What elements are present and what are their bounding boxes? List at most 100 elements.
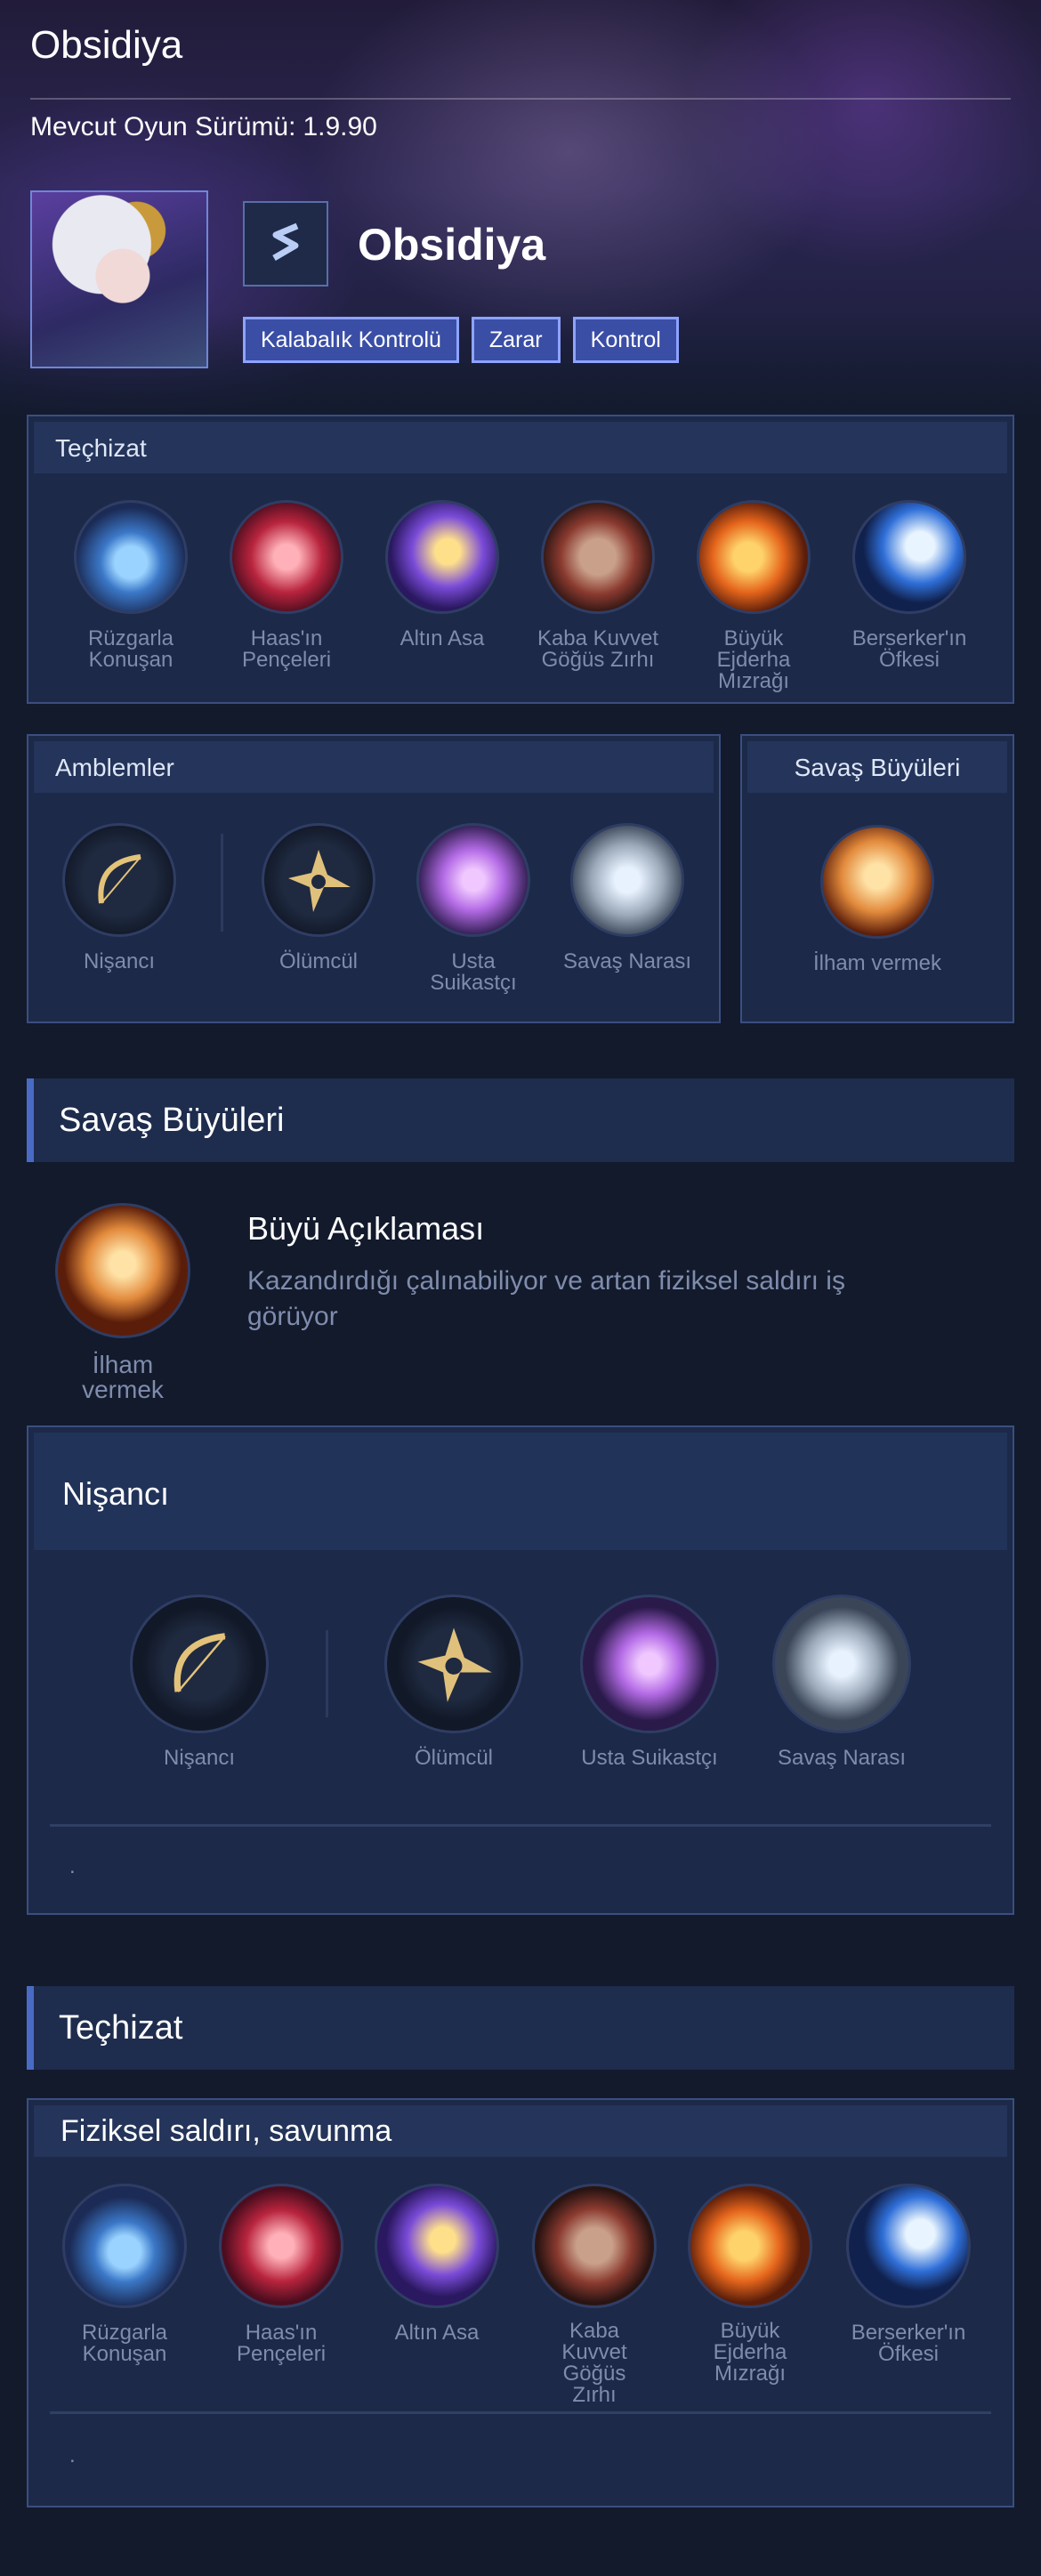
golden-staff-icon bbox=[385, 500, 499, 614]
tag-damage[interactable]: Zarar bbox=[471, 317, 561, 363]
berserkers-fury-icon bbox=[852, 500, 966, 614]
lethal-shuriken-icon bbox=[384, 1595, 523, 1733]
hero-name: Obsidiya bbox=[358, 220, 546, 270]
hero-tags: Kalabalık Kontrolü Zarar Kontrol bbox=[243, 317, 679, 363]
emblem-item[interactable]: Usta Suikastçı bbox=[407, 823, 540, 994]
panel-header: Teçhizat bbox=[34, 422, 1007, 473]
windtalker-icon bbox=[62, 2184, 187, 2308]
equipment-title: Teçhizat bbox=[55, 434, 147, 462]
version-value: 1.9.90 bbox=[303, 112, 377, 141]
title-divider bbox=[30, 98, 1011, 100]
emblem-label: Nişancı bbox=[163, 1746, 236, 1770]
page-title: Obsidiya bbox=[30, 23, 183, 67]
spell-item[interactable]: İlham vermek bbox=[811, 825, 944, 974]
haas-claws-icon bbox=[230, 500, 343, 614]
build-title: Fiziksel saldırı, savunma bbox=[61, 2114, 392, 2148]
equipment-item[interactable]: Rüzgarla Konuşan bbox=[64, 500, 198, 671]
spell-desc-text: Kazandırdığı çalınabiliyor ve artan fizi… bbox=[247, 1266, 845, 1331]
haas-claws-icon bbox=[219, 2184, 343, 2308]
emblem-item[interactable]: Ölümcül bbox=[252, 823, 385, 973]
hero-portrait bbox=[30, 190, 208, 368]
item-label: Berserker'ın Öfkesi bbox=[851, 2321, 966, 2366]
emblem-item[interactable]: Nişancı bbox=[128, 1595, 270, 1769]
panel-header: Amblemler bbox=[34, 741, 714, 793]
golden-staff-icon bbox=[375, 2184, 499, 2308]
equipment-item[interactable]: Berserker'ın Öfkesi bbox=[842, 2184, 975, 2365]
tag-crowd-control[interactable]: Kalabalık Kontrolü bbox=[243, 317, 459, 363]
section-header-spells: Savaş Büyüleri bbox=[27, 1078, 1014, 1162]
inspire-icon bbox=[820, 825, 934, 939]
equipment-item[interactable]: Haas'ın Pençeleri bbox=[220, 500, 353, 671]
crosshair-icon bbox=[580, 1595, 719, 1733]
emblem-label: Ölümcül bbox=[278, 949, 359, 973]
item-label: Haas'ın Pençeleri bbox=[236, 2321, 327, 2366]
item-label: Rüzgarla Konuşan bbox=[87, 626, 174, 672]
bow-glyph bbox=[98, 854, 141, 904]
equipment-item[interactable]: Haas'ın Pençeleri bbox=[214, 2184, 348, 2365]
panel-header: Nişancı bbox=[34, 1433, 1007, 1550]
crosshair-icon bbox=[416, 823, 530, 937]
emblem-item[interactable]: Nişancı bbox=[52, 823, 186, 973]
emblem-item[interactable]: Savaş Narası bbox=[561, 823, 694, 973]
spell-desc-title: Büyü Açıklaması bbox=[247, 1210, 485, 1247]
emblem-item[interactable]: Ölümcül bbox=[383, 1595, 525, 1769]
emblem-label: Usta Suikastçı bbox=[581, 1746, 718, 1770]
spell-label: İlham vermek bbox=[812, 951, 942, 975]
panel-header: Savaş Büyüleri bbox=[747, 741, 1007, 793]
emblem-section-title: Nişancı bbox=[62, 1475, 170, 1512]
equipment-item[interactable]: Rüzgarla Konuşan bbox=[58, 2184, 191, 2365]
spell-label: İlham vermek bbox=[82, 1351, 164, 1403]
emblem-label: Ölümcül bbox=[414, 1746, 494, 1770]
role-badge bbox=[243, 201, 328, 287]
item-label: Büyük Ejderha Mızrağı bbox=[716, 626, 791, 693]
item-label: Kaba Kuvvet Göğüs Zırhı bbox=[537, 626, 659, 672]
section-header-equipment: Teçhizat bbox=[27, 1986, 1014, 2070]
equipment-item[interactable]: Kaba Kuvvet Göğüs Zırhı bbox=[528, 2184, 661, 2406]
emblem-label: Savaş Narası bbox=[777, 1746, 907, 1770]
war-cry-icon bbox=[570, 823, 684, 937]
brute-force-breastplate-icon bbox=[532, 2184, 657, 2308]
berserkers-fury-icon bbox=[846, 2184, 971, 2308]
item-label: Büyük Ejderha Mızrağı bbox=[713, 2319, 787, 2386]
tag-control[interactable]: Kontrol bbox=[572, 317, 679, 363]
section-title: Teçhizat bbox=[59, 2009, 183, 2047]
section-divider bbox=[50, 1824, 991, 1827]
spells-title: Savaş Büyüleri bbox=[794, 754, 961, 781]
hero-banner: Obsidiya Mevcut Oyun Sürümü: 1.9.90 Obsid… bbox=[0, 0, 1041, 418]
emblem-detail-panel: Nişancı Nişancı Ölümcül Usta Suikastçı S… bbox=[27, 1425, 1014, 1915]
equipment-item[interactable]: Büyük Ejderha Mızrağı bbox=[683, 2184, 817, 2385]
equipment-item[interactable]: Altın Asa bbox=[375, 500, 509, 650]
war-cry-icon bbox=[772, 1595, 911, 1733]
emblem-divider bbox=[221, 834, 223, 932]
marksman-role-icon bbox=[272, 222, 299, 262]
section-title: Savaş Büyüleri bbox=[59, 1102, 285, 1139]
spell-detail-item[interactable]: İlham vermek bbox=[55, 1203, 190, 1402]
emblem-divider bbox=[326, 1630, 328, 1717]
item-label: Kaba Kuvvet Göğüs Zırhı bbox=[561, 2319, 627, 2407]
item-label: Berserker'ın Öfkesi bbox=[851, 626, 967, 672]
windtalker-icon bbox=[74, 500, 188, 614]
bow-icon bbox=[130, 1595, 269, 1733]
section-divider bbox=[50, 2411, 991, 2414]
summary-spell-panel: Savaş Büyüleri İlham vermek bbox=[740, 734, 1014, 1023]
item-label: Rüzgarla Konuşan bbox=[81, 2321, 168, 2366]
emblem-label: Nişancı bbox=[83, 949, 156, 973]
equipment-item[interactable]: Berserker'ın Öfkesi bbox=[843, 500, 976, 671]
item-label: Haas'ın Pençeleri bbox=[241, 626, 332, 672]
bow-icon bbox=[62, 823, 176, 937]
emblem-item[interactable]: Savaş Narası bbox=[771, 1595, 913, 1769]
great-dragon-spear-icon bbox=[697, 500, 811, 614]
bow-glyph bbox=[174, 1633, 226, 1692]
emblem-note: . bbox=[69, 1854, 76, 1878]
great-dragon-spear-icon bbox=[688, 2184, 812, 2308]
summary-emblems-panel: Amblemler Nişancı Ölümcül Usta Suikastçı… bbox=[27, 734, 721, 1023]
equipment-item[interactable]: Büyük Ejderha Mızrağı bbox=[687, 500, 820, 692]
emblem-label: Savaş Narası bbox=[562, 949, 692, 973]
equipment-item[interactable]: Kaba Kuvvet Göğüs Zırhı bbox=[531, 500, 665, 671]
equipment-item[interactable]: Altın Asa bbox=[370, 2184, 504, 2344]
panel-header: Fiziksel saldırı, savunma bbox=[34, 2105, 1007, 2157]
emblem-item[interactable]: Usta Suikastçı bbox=[578, 1595, 721, 1769]
item-label: Altın Asa bbox=[399, 626, 485, 650]
equipment-note: . bbox=[69, 2443, 76, 2467]
game-version: Mevcut Oyun Sürümü: 1.9.90 bbox=[30, 112, 377, 142]
